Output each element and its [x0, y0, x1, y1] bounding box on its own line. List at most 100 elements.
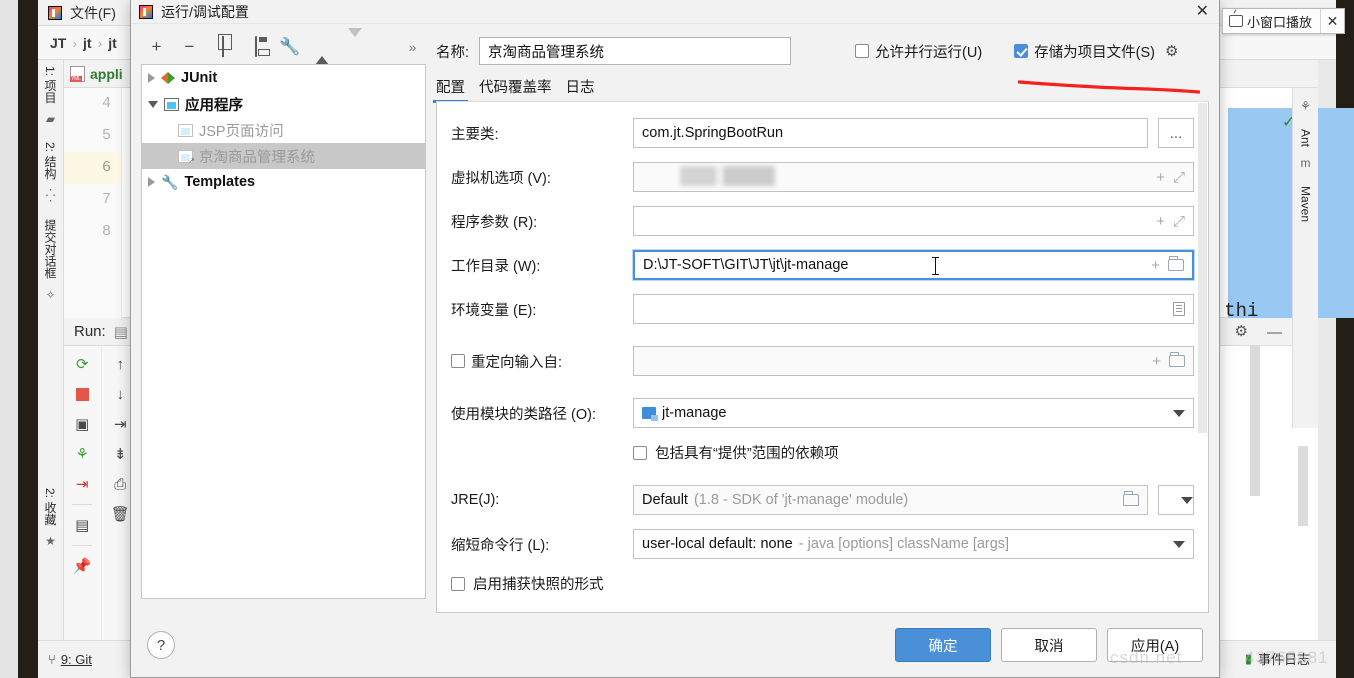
apply-button[interactable]: 应用(A): [1107, 628, 1203, 662]
shorten-command-line-dropdown[interactable]: user-local default: none - java [options…: [633, 529, 1194, 559]
environment-variables-icons: [1173, 302, 1185, 316]
stop-icon[interactable]: [70, 382, 94, 406]
gear-icon[interactable]: ⚙: [1165, 42, 1178, 60]
tool-window-ant[interactable]: Ant: [1299, 123, 1313, 153]
ok-button[interactable]: 确定: [895, 628, 991, 662]
scroll-to-end-icon[interactable]: ⇟: [108, 442, 132, 466]
tool-window-favorites[interactable]: 2: 收藏: [42, 482, 59, 531]
clear-all-icon[interactable]: 🗑: [108, 502, 132, 526]
copy-configuration-icon[interactable]: [213, 36, 232, 57]
more-options-icon[interactable]: »: [403, 39, 422, 55]
mini-window-playback-popup[interactable]: 小窗口播放 ✕: [1222, 8, 1346, 34]
down-icon[interactable]: ↓: [108, 382, 132, 406]
tab-code-coverage[interactable]: 代码覆盖率: [479, 76, 552, 102]
close-icon[interactable]: ✕: [1196, 2, 1209, 22]
tool-window-maven[interactable]: Maven: [1299, 180, 1313, 228]
name-input[interactable]: 京淘商品管理系统: [479, 37, 792, 65]
folder-icon: ▰: [45, 112, 56, 127]
working-directory-icons: +: [1151, 256, 1184, 274]
intellij-logo-icon: [139, 4, 153, 19]
cancel-button[interactable]: 取消: [1001, 628, 1097, 662]
thread-dump-icon[interactable]: ⚘: [70, 442, 94, 466]
tool-window-structure[interactable]: 2: 结构: [42, 136, 59, 185]
expand-icon[interactable]: ⤢: [1173, 213, 1185, 230]
tree-node-jingtao[interactable]: ↗ 京淘商品管理系统: [142, 143, 425, 169]
pin-icon[interactable]: 📌: [70, 554, 94, 578]
plus-icon[interactable]: +: [1152, 353, 1161, 370]
up-icon[interactable]: ↑: [108, 352, 132, 376]
run-config-chip[interactable]: ▤: [114, 323, 128, 341]
folder-icon[interactable]: [1123, 491, 1139, 506]
tab-logs[interactable]: 日志: [566, 76, 595, 102]
jre-icons: [1123, 491, 1139, 506]
module-classpath-row: 使用模块的类路径 (O): jt-manage: [437, 398, 1208, 428]
program-args-input[interactable]: + ⤢: [633, 206, 1194, 236]
program-args-icons: + ⤢: [1156, 213, 1185, 230]
configurations-tree[interactable]: JUnit 应用程序 JSP页面访问 ↗ 京淘商品管理系统 🔧 Template…: [141, 64, 426, 599]
folder-icon[interactable]: [1168, 256, 1184, 271]
redirect-input-field[interactable]: +: [633, 346, 1194, 376]
plus-icon[interactable]: +: [1156, 213, 1165, 230]
main-class-input[interactable]: com.jt.SpringBootRun: [633, 118, 1148, 148]
tree-node-jsp-page[interactable]: JSP页面访问: [142, 117, 425, 143]
rerun-icon[interactable]: ⟳: [70, 352, 94, 376]
working-directory-input[interactable]: D:\JT-SOFT\GIT\JT\jt\jt-manage +: [633, 250, 1194, 280]
configurations-panel: + − 🔧 » JUnit 应用程序 JSP页面访问 ↗ 京淘商品管理系统 🔧 …: [141, 28, 426, 613]
allow-parallel-run-checkbox[interactable]: 允许并行运行(U): [855, 41, 982, 62]
chevron-down-icon[interactable]: [1173, 540, 1185, 548]
camera-snapshot-icon[interactable]: ▣: [70, 412, 94, 436]
console-scrollbar[interactable]: [1250, 346, 1260, 496]
print-icon[interactable]: ⎙: [108, 472, 132, 496]
console-scrollbar-secondary[interactable]: [1298, 446, 1308, 526]
expand-icon[interactable]: ⤢: [1173, 169, 1185, 186]
move-down-icon[interactable]: [345, 28, 364, 57]
store-as-project-file-checkbox[interactable]: 存储为项目文件(S): [1014, 41, 1155, 62]
tree-node-application[interactable]: 应用程序: [142, 91, 425, 117]
menu-item-file[interactable]: 文件(F): [70, 3, 116, 23]
plus-icon[interactable]: +: [1156, 169, 1165, 186]
breadcrumb-part-3[interactable]: jt: [108, 35, 117, 51]
folder-icon[interactable]: [1169, 352, 1185, 367]
redirect-input-checkbox[interactable]: 重定向输入自:: [451, 351, 623, 372]
breadcrumb-part-2[interactable]: jt: [83, 35, 92, 51]
jre-dropdown[interactable]: Default (1.8 - SDK of 'jt-manage' module…: [633, 485, 1148, 515]
chevron-down-icon[interactable]: [1173, 409, 1185, 417]
tree-node-templates[interactable]: 🔧 Templates: [142, 169, 425, 195]
move-up-icon[interactable]: [312, 37, 331, 65]
editor-tab-application-yml[interactable]: appli: [90, 66, 123, 82]
vm-options-input[interactable]: + ⤢: [633, 162, 1194, 192]
tool-window-commit[interactable]: 提交对话框: [42, 213, 59, 285]
allow-parallel-run-label: 允许并行运行(U): [875, 44, 983, 61]
tool-window-project[interactable]: 1: 项目: [42, 60, 59, 109]
remove-configuration-icon[interactable]: −: [180, 37, 199, 57]
tree-node-junit[interactable]: JUnit: [142, 65, 425, 91]
soft-wrap-icon[interactable]: ⇥: [108, 412, 132, 436]
plus-icon[interactable]: +: [1151, 257, 1160, 274]
form-scrollbar[interactable]: [1198, 103, 1207, 433]
environment-variables-input[interactable]: [633, 294, 1194, 324]
env-list-icon[interactable]: [1173, 302, 1185, 316]
exit-icon[interactable]: ⇥: [70, 472, 94, 496]
breadcrumb-part-1[interactable]: JT: [50, 35, 66, 51]
add-configuration-icon[interactable]: +: [147, 37, 166, 57]
settings-gear-icon[interactable]: ⚙: [1235, 322, 1248, 340]
jre-hint: (1.8 - SDK of 'jt-manage' module): [693, 492, 909, 508]
include-provided-scope-checkbox[interactable]: 包括具有“提供”范围的依赖项: [437, 442, 1208, 463]
module-classpath-dropdown[interactable]: jt-manage: [633, 398, 1194, 428]
chevron-right-icon[interactable]: [148, 177, 155, 187]
close-icon[interactable]: ✕: [1320, 9, 1344, 33]
jre-dropdown-button[interactable]: [1158, 485, 1194, 515]
chevron-down-icon[interactable]: [148, 100, 158, 108]
chevron-right-icon[interactable]: [148, 73, 155, 83]
save-configuration-icon[interactable]: [246, 36, 265, 57]
edit-templates-wrench-icon[interactable]: 🔧: [279, 37, 300, 57]
shorten-command-line-row: 缩短命令行 (L): user-local default: none - ja…: [437, 529, 1208, 559]
help-button[interactable]: ?: [147, 631, 175, 659]
status-event-log-label[interactable]: 事件日志: [1258, 649, 1310, 668]
main-class-browse-button[interactable]: ...: [1158, 118, 1194, 148]
layout-icon[interactable]: ▤: [70, 513, 94, 537]
minimize-icon[interactable]: —: [1267, 324, 1282, 341]
status-bar-git[interactable]: ⑂ 9: Git: [48, 652, 92, 667]
enable-snapshot-checkbox[interactable]: 启用捕获快照的形式: [437, 573, 1208, 594]
tab-configuration[interactable]: 配置: [433, 76, 468, 103]
